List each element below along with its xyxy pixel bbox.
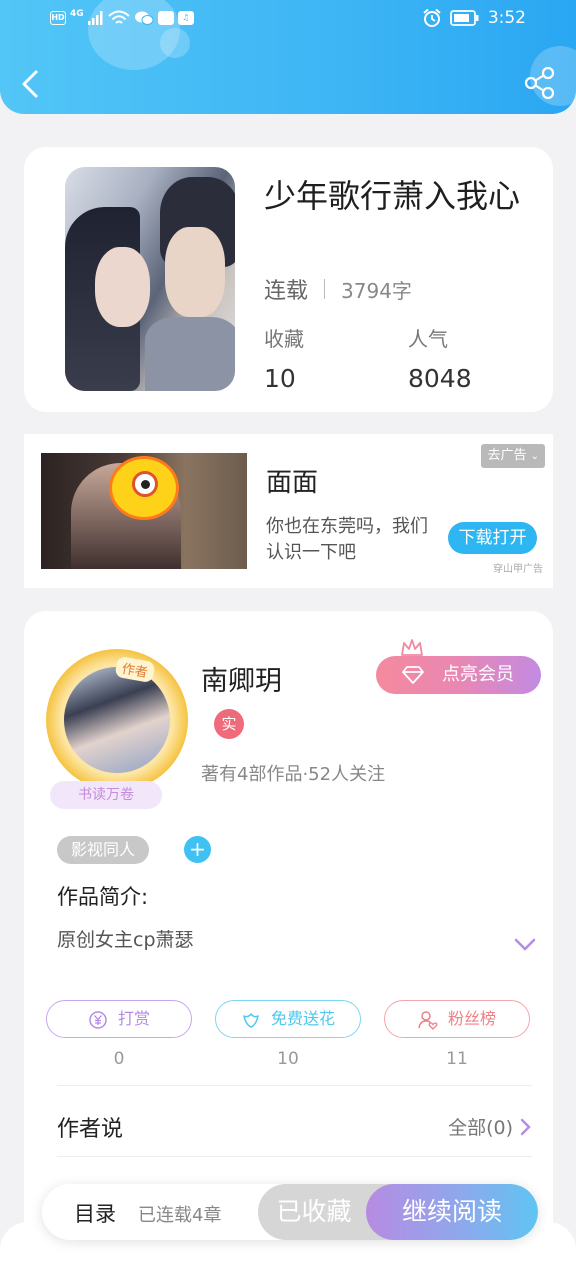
author-card: 作者 书读万卷 南卿玥 实 著有4部作品·52人关注 点亮会员 影视同人 + 作… <box>24 611 553 1251</box>
cloud-app-icon <box>157 11 174 25</box>
hd-icon: HD <box>50 11 66 25</box>
fan-rank-button[interactable]: 粉丝榜 <box>384 1000 530 1038</box>
top-header: HD 4G ♫ 3:52 <box>0 0 576 114</box>
yen-icon <box>89 1010 107 1029</box>
tip-button[interactable]: 打赏 <box>46 1000 192 1038</box>
ad-banner[interactable]: 面面 你也在东莞吗，我们认识一下吧 去广告 ⌄ 下载打开 穿山甲广告 <box>24 434 553 588</box>
author-name[interactable]: 南卿玥 <box>201 659 282 698</box>
flower-icon <box>243 1012 259 1028</box>
book-info-card: 少年歌行萧入我心 连载 3794字 收藏 10 人气 8048 <box>24 147 553 412</box>
favorites-label: 收藏 <box>264 327 304 351</box>
back-button[interactable] <box>18 64 48 104</box>
share-icon <box>524 66 555 100</box>
author-stats: 著有4部作品·52人关注 <box>201 764 386 785</box>
author-say-all-button[interactable]: 全部(0) <box>448 1113 531 1140</box>
word-count: 3794字 <box>341 278 412 303</box>
reading-badge: 书读万卷 <box>50 781 162 809</box>
favorites-stat: 收藏 10 <box>264 323 304 393</box>
genre-tag[interactable]: 影视同人 <box>57 836 150 864</box>
flower-count: 10 <box>277 1049 299 1069</box>
book-meta: 连载 3794字 <box>264 273 412 305</box>
toc-button[interactable]: 目录 <box>74 1198 116 1228</box>
chevron-down-icon: ⌄ <box>530 451 539 462</box>
plus-icon: + <box>189 837 206 861</box>
fan-rank-icon <box>418 1010 438 1030</box>
wechat-icon <box>134 11 154 25</box>
fan-count: 11 <box>446 1049 468 1069</box>
book-cover-image[interactable] <box>65 167 235 391</box>
ad-download-button[interactable]: 下载打开 <box>448 522 537 554</box>
continue-reading-button[interactable]: 继续阅读 <box>366 1184 538 1240</box>
vip-label: 点亮会员 <box>442 664 514 685</box>
serial-status: 连载 <box>264 279 309 304</box>
ad-image[interactable] <box>41 453 247 569</box>
divider <box>57 1085 532 1086</box>
popularity-stat: 人气 8048 <box>408 323 472 393</box>
favorites-count: 10 <box>264 364 296 393</box>
alarm-icon <box>423 8 441 27</box>
chevron-right-icon <box>520 1118 531 1135</box>
share-button[interactable] <box>524 66 556 100</box>
verified-badge: 实 <box>214 709 244 739</box>
diamond-icon <box>402 666 424 684</box>
book-title: 少年歌行萧入我心 <box>264 177 521 215</box>
ad-description: 你也在东莞吗，我们认识一下吧 <box>266 516 428 563</box>
emoji-sticker <box>109 456 179 520</box>
divider <box>324 279 326 299</box>
remove-ad-button[interactable]: 去广告 ⌄ <box>481 444 545 468</box>
bottom-action-bar: 目录 已连载4章 已收藏 继续阅读 <box>42 1184 538 1240</box>
author-say-all-label: 全部(0) <box>448 1117 513 1139</box>
popularity-count: 8048 <box>408 364 472 393</box>
music-app-icon: ♫ <box>177 11 194 25</box>
intro-title: 作品简介: <box>57 885 149 909</box>
vip-button[interactable]: 点亮会员 <box>376 656 541 694</box>
battery-icon <box>449 10 479 26</box>
crown-icon <box>401 639 423 656</box>
add-tag-button[interactable]: + <box>184 836 211 863</box>
divider <box>57 1156 532 1157</box>
signal-icon <box>87 11 103 25</box>
author-say-title: 作者说 <box>57 1117 124 1142</box>
fan-rank-label: 粉丝榜 <box>447 1009 496 1028</box>
send-flower-button[interactable]: 免费送花 <box>215 1000 361 1038</box>
chevron-down-icon[interactable] <box>514 937 536 953</box>
network-type: 4G <box>70 9 84 19</box>
chapter-count: 已连载4章 <box>138 1205 222 1226</box>
send-flower-label: 免费送花 <box>270 1009 335 1028</box>
chevron-left-icon <box>22 70 38 98</box>
popularity-label: 人气 <box>408 327 448 351</box>
intro-text: 原创女主cp萧瑟 <box>57 929 194 951</box>
tip-label: 打赏 <box>117 1009 150 1028</box>
ad-title: 面面 <box>266 468 319 498</box>
clock-time: 3:52 <box>487 8 526 28</box>
collected-label: 已收藏 <box>276 1197 352 1226</box>
status-bar: HD 4G ♫ 3:52 <box>0 6 576 34</box>
avatar <box>64 667 170 773</box>
author-avatar-frame[interactable]: 作者 <box>46 649 188 791</box>
ad-source: 穿山甲广告 <box>493 564 543 575</box>
tip-count: 0 <box>113 1049 125 1069</box>
wifi-icon <box>107 10 130 24</box>
remove-ad-label: 去广告 <box>487 448 527 463</box>
